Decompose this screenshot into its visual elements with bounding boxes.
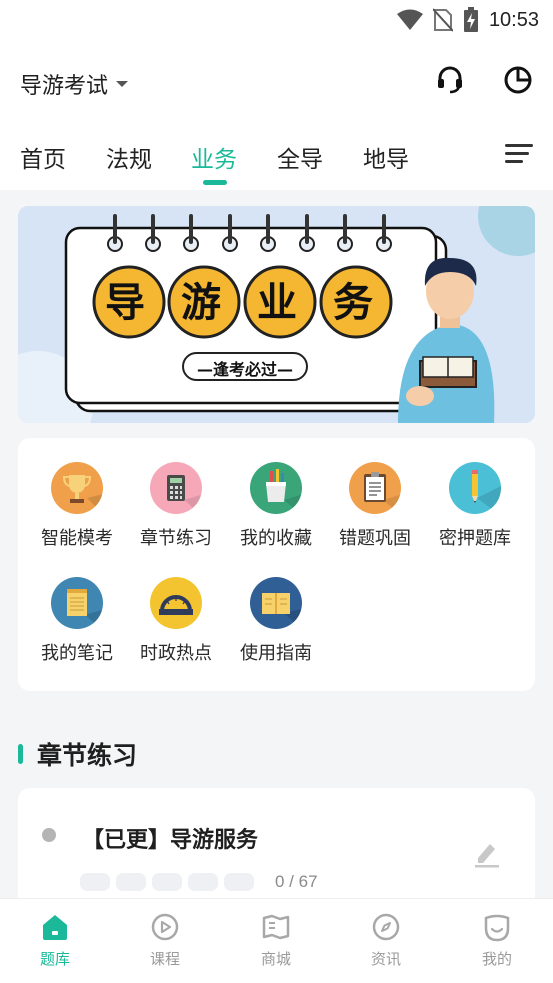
feature-label: 使用指南 (240, 643, 312, 664)
feature-label: 智能模考 (41, 528, 113, 549)
nav-label: 资讯 (370, 950, 401, 968)
nav-label: 题库 (39, 950, 70, 968)
progress-count: 0 / 67 (275, 872, 318, 891)
progress-block (80, 873, 110, 891)
clipboard-icon (349, 462, 401, 514)
feature-current-affairs[interactable]: 时政热点 (126, 577, 226, 665)
bottom-nav: 题库 课程 商城 资讯 我的 (0, 898, 553, 983)
calculator-icon (150, 462, 202, 514)
progress-blocks (80, 873, 254, 891)
nav-courses[interactable]: 课程 (110, 899, 220, 983)
feature-label: 时政热点 (140, 643, 212, 664)
caret-down-icon (116, 81, 129, 87)
feature-smart-exam[interactable]: 智能模考 (27, 462, 127, 550)
promo-banner[interactable]: 导 游 业 务 —逢考必过— (18, 206, 535, 423)
nav-label: 课程 (149, 950, 180, 968)
banner-subtitle: —逢考必过— (196, 360, 293, 379)
feature-my-notes[interactable]: 我的笔记 (27, 577, 127, 665)
feature-label: 密押题库 (439, 528, 511, 549)
play-icon (151, 913, 179, 941)
progress-block (224, 873, 254, 891)
store-icon (262, 914, 290, 940)
section-accent-bar (18, 744, 23, 764)
menu-icon[interactable] (505, 142, 533, 170)
nav-news[interactable]: 资讯 (331, 899, 441, 983)
feature-mistake-review[interactable]: 错题巩固 (325, 462, 425, 550)
category-tabs: 首页 法规 业务 全导 地导 (0, 136, 553, 190)
nav-profile[interactable]: 我的 (442, 899, 552, 983)
home-icon (43, 915, 67, 940)
compass-icon (372, 913, 400, 941)
status-bar: 10:53 (0, 0, 553, 40)
feature-chapter-practice[interactable]: 章节练习 (126, 462, 226, 550)
feature-user-guide[interactable]: 使用指南 (226, 577, 326, 665)
tab-all-guide[interactable]: 全导 (277, 140, 323, 174)
nav-label: 我的 (481, 950, 512, 968)
status-time: 10:53 (488, 8, 539, 31)
notepad-icon (51, 577, 103, 629)
exam-selector[interactable]: 导游考试 (20, 68, 129, 100)
book-icon (250, 577, 302, 629)
banner-title: 导 游 业 务 (87, 263, 417, 343)
tab-indicator (203, 180, 227, 185)
tab-regulations[interactable]: 法规 (106, 140, 152, 174)
nav-question-bank[interactable]: 题库 (0, 899, 110, 983)
chapter-status-dot (42, 828, 56, 842)
wifi-icon (396, 9, 423, 30)
edit-icon[interactable] (474, 840, 500, 872)
smile-icon (484, 914, 510, 942)
section-header: 章节练习 (18, 736, 137, 772)
progress-block (152, 873, 182, 891)
nav-label: 商城 (260, 950, 291, 968)
feature-label: 错题巩固 (339, 528, 411, 549)
tab-business[interactable]: 业务 (191, 140, 237, 174)
headset-icon[interactable] (432, 62, 468, 98)
app-header: 导游考试 首页 法规 业务 全导 地导 (0, 40, 553, 190)
pen-holder-icon (250, 462, 302, 514)
trophy-icon (51, 462, 103, 514)
pie-chart-icon[interactable] (500, 62, 536, 98)
feature-label: 我的收藏 (240, 528, 312, 549)
feature-label: 我的笔记 (41, 643, 113, 664)
tab-home[interactable]: 首页 (20, 140, 66, 174)
feature-label: 章节练习 (140, 528, 212, 549)
battery-charging-icon (463, 7, 478, 32)
protractor-icon (150, 577, 202, 629)
exam-selector-label: 导游考试 (20, 74, 109, 99)
pencil-icon (449, 462, 501, 514)
feature-my-favorites[interactable]: 我的收藏 (226, 462, 326, 550)
feature-secret-question-bank[interactable]: 密押题库 (425, 462, 525, 550)
section-title: 章节练习 (37, 741, 138, 770)
progress-block (116, 873, 146, 891)
chapter-title: 【已更】导游服务 (82, 828, 259, 853)
banner-title-char: 务 (333, 280, 373, 326)
nav-store[interactable]: 商城 (221, 899, 331, 983)
banner-title-char: 游 (181, 280, 221, 326)
tab-local-guide[interactable]: 地导 (363, 140, 409, 174)
progress-block (188, 873, 218, 891)
feature-grid: 智能模考 章节练习 我的收藏 错题巩固 密押题库 我的笔记 时政热点 使用指南 (18, 438, 535, 691)
banner-title-char: 业 (257, 280, 297, 326)
banner-title-char: 导 (105, 280, 145, 326)
no-sim-icon (432, 8, 453, 32)
